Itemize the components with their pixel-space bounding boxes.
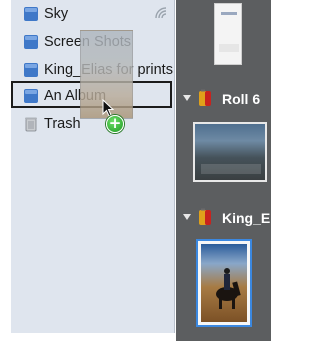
sidebar-item-label: Sky — [44, 6, 69, 22]
document-thumbnail — [214, 3, 242, 65]
photo-thumbnail-mountain[interactable] — [193, 122, 267, 182]
thumbnail-document[interactable] — [187, 0, 249, 70]
album-icon — [24, 63, 38, 77]
album-icon — [24, 35, 38, 49]
sidebar-item-label: Trash — [44, 116, 81, 132]
roll-header-king-eli[interactable]: King_Eli — [176, 206, 278, 230]
disclosure-triangle-icon[interactable] — [182, 212, 192, 222]
add-badge-icon: + — [106, 115, 124, 133]
horse-rider-figure — [216, 268, 241, 309]
album-icon — [24, 7, 38, 21]
roll-title: King_Eli — [222, 210, 279, 226]
disclosure-triangle-icon[interactable] — [182, 93, 192, 103]
film-roll-icon — [199, 89, 211, 106]
photo-browser: Roll 6 King_Eli — [176, 0, 278, 341]
roll-header-roll-6[interactable]: Roll 6 — [176, 87, 271, 111]
trash-icon — [25, 117, 37, 132]
film-roll-icon — [199, 208, 211, 225]
sidebar-item-sky[interactable]: Sky — [11, 2, 175, 26]
shared-icon — [155, 7, 167, 19]
roll-title: Roll 6 — [222, 91, 261, 107]
photo-thumbnail-horse-selected[interactable] — [198, 241, 250, 325]
iphoto-window: Sky Screen Shots King_Elias for prints — [0, 0, 278, 341]
